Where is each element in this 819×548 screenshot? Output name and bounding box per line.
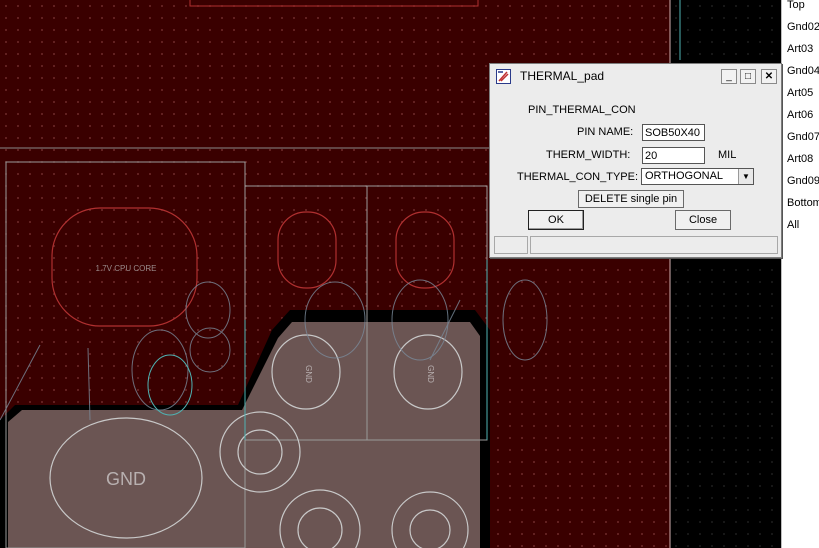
- therm-width-input[interactable]: [642, 147, 705, 164]
- layer-item[interactable]: All: [787, 218, 799, 232]
- red-pad-b: [395, 211, 455, 289]
- gnd-small-label-b: GND: [426, 365, 435, 383]
- pin-name-label: PIN NAME:: [577, 126, 634, 138]
- maximize-button[interactable]: □: [740, 69, 756, 84]
- therm-width-unit: MIL: [718, 149, 737, 161]
- therm-width-label: THERM_WIDTH:: [546, 149, 631, 161]
- layer-item[interactable]: Gnd09: [787, 174, 819, 188]
- layer-item[interactable]: Gnd02: [787, 20, 819, 34]
- close-window-button[interactable]: ✕: [761, 69, 777, 84]
- layer-item[interactable]: Gnd07: [787, 130, 819, 144]
- cpu-core-label: 1.7V CPU CORE: [96, 264, 157, 273]
- minimize-button[interactable]: _: [721, 69, 737, 84]
- thermal-type-select[interactable]: ORTHOGONAL ▼: [641, 168, 754, 185]
- red-pad-a: [277, 211, 337, 289]
- thermal-pad-dialog: THERMAL_pad _ □ ✕ PIN_THERMAL_CON PIN NA…: [489, 63, 782, 258]
- gnd-large-label: GND: [106, 469, 146, 489]
- status-pane-left: [494, 236, 528, 254]
- pin-name-input[interactable]: [642, 124, 705, 141]
- layer-item[interactable]: Art03: [787, 42, 813, 56]
- ok-button[interactable]: OK: [528, 210, 584, 230]
- close-button[interactable]: Close: [675, 210, 731, 230]
- layer-item[interactable]: Art06: [787, 108, 813, 122]
- delete-single-pin-button[interactable]: DELETE single pin: [578, 190, 684, 208]
- layer-list: Top Gnd02 Art03 Gnd04 Art05 Art06 Gnd07 Art08 Gn…: [781, 0, 819, 548]
- thermal-type-value: ORTHOGONAL: [645, 170, 724, 182]
- layer-item[interactable]: Bottom: [787, 196, 819, 210]
- layer-item[interactable]: Art08: [787, 152, 813, 166]
- top-outline: [189, 0, 479, 7]
- section-label: PIN_THERMAL_CON: [528, 104, 636, 116]
- thermal-type-label: THERMAL_CON_TYPE:: [517, 171, 639, 183]
- gnd-copper-pour: [8, 322, 480, 548]
- app-icon: [496, 69, 511, 84]
- chevron-down-icon[interactable]: ▼: [738, 169, 753, 184]
- dialog-titlebar[interactable]: THERMAL_pad _ □ ✕: [490, 64, 781, 89]
- gnd-small-label-a: GND: [304, 365, 313, 383]
- layer-item[interactable]: Art05: [787, 86, 813, 100]
- status-pane-main: [530, 236, 778, 254]
- layer-item[interactable]: Gnd04: [787, 64, 819, 78]
- dialog-title: THERMAL_pad: [520, 69, 605, 83]
- layer-item[interactable]: Top: [787, 0, 805, 12]
